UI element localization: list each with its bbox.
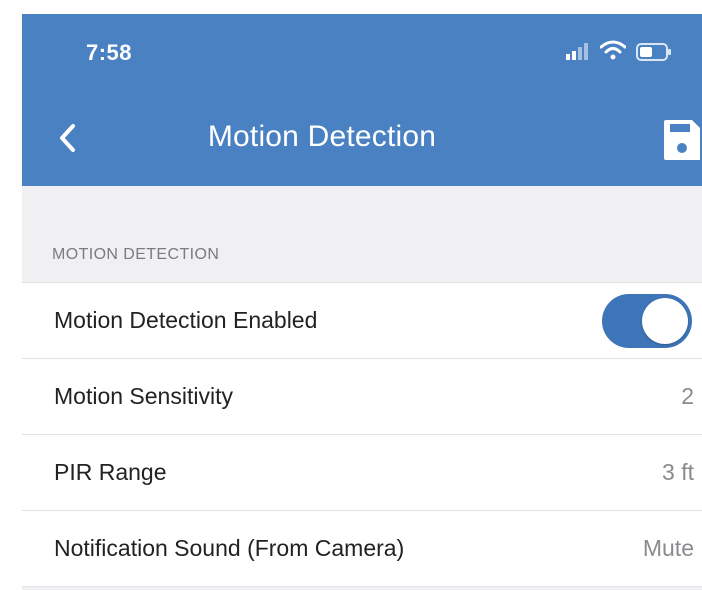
motion-sensitivity-row[interactable]: Motion Sensitivity 2 bbox=[22, 359, 702, 435]
phone-screen: 7:58 Motion Detection MOTION DETECTION M… bbox=[22, 14, 702, 590]
notification-sound-row[interactable]: Notification Sound (From Camera) Mute bbox=[22, 511, 702, 587]
save-button[interactable] bbox=[662, 118, 702, 162]
row-label: PIR Range bbox=[54, 459, 167, 485]
pir-range-row[interactable]: PIR Range 3 ft bbox=[22, 435, 702, 511]
status-time: 7:58 bbox=[86, 40, 133, 65]
section-header: MOTION DETECTION bbox=[52, 246, 220, 263]
motion-detection-toggle[interactable] bbox=[602, 293, 692, 348]
toggle-knob bbox=[642, 297, 688, 344]
row-value: 2 bbox=[681, 383, 694, 409]
app-header: 7:58 Motion Detection bbox=[22, 14, 702, 186]
motion-detection-enabled-row[interactable]: Motion Detection Enabled bbox=[22, 283, 702, 359]
row-label: Notification Sound (From Camera) bbox=[54, 535, 405, 561]
row-value: Mute bbox=[642, 535, 694, 561]
save-icon bbox=[664, 120, 700, 160]
status-icons bbox=[566, 40, 686, 62]
settings-list: Motion Detection Enabled Motion Sensitiv… bbox=[22, 282, 702, 587]
row-label: Motion Detection Enabled bbox=[54, 307, 318, 333]
row-label: Motion Sensitivity bbox=[54, 383, 233, 409]
signal-icon bbox=[566, 43, 588, 60]
page-title: Motion Detection bbox=[207, 120, 437, 153]
battery-icon bbox=[636, 43, 671, 61]
row-value: 3 ft bbox=[662, 459, 694, 485]
wifi-icon bbox=[600, 40, 626, 60]
